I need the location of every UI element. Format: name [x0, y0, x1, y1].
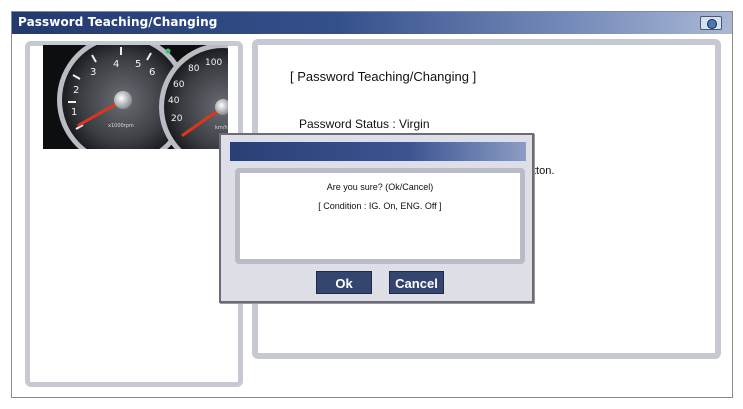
speedo-unit: km/h — [215, 125, 228, 131]
tach-number: 6 — [149, 67, 155, 78]
instrument-cluster-image: 1 2 3 4 5 6 x1000rpm 20 40 60 80 100 km/… — [43, 45, 228, 149]
ok-button[interactable]: Ok — [316, 271, 372, 294]
window-title-bar: Password Teaching/Changing — [12, 12, 732, 34]
condition-text: [ Condition : IG. On, ENG. Off ] — [318, 201, 442, 211]
tach-number: 1 — [71, 107, 77, 118]
cancel-button[interactable]: Cancel — [389, 271, 444, 294]
speedo-number: 100 — [205, 58, 222, 68]
speedo-number: 20 — [171, 114, 183, 124]
tach-number: 5 — [135, 59, 141, 70]
instruction-text-fragment: tton. — [533, 165, 555, 177]
camera-icon[interactable] — [700, 16, 722, 30]
tach-number: 4 — [113, 59, 119, 70]
tach-unit: x1000rpm — [108, 123, 134, 129]
speedo-number: 40 — [168, 96, 180, 106]
dialog-title-bar — [230, 142, 526, 161]
speedo-number: 60 — [173, 80, 185, 90]
tach-number: 2 — [73, 85, 79, 96]
window-title: Password Teaching/Changing — [18, 15, 218, 29]
dialog-message-box: Are you sure? (Ok/Cancel) [ Condition : … — [235, 168, 525, 264]
tach-number: 3 — [90, 67, 96, 78]
speedo-number: 80 — [188, 64, 200, 74]
confirm-message: Are you sure? (Ok/Cancel) — [326, 182, 434, 192]
section-heading: [ Password Teaching/Changing ] — [290, 69, 477, 84]
password-status: Password Status : Virgin — [299, 117, 430, 131]
confirm-dialog: Are you sure? (Ok/Cancel) [ Condition : … — [219, 133, 534, 303]
